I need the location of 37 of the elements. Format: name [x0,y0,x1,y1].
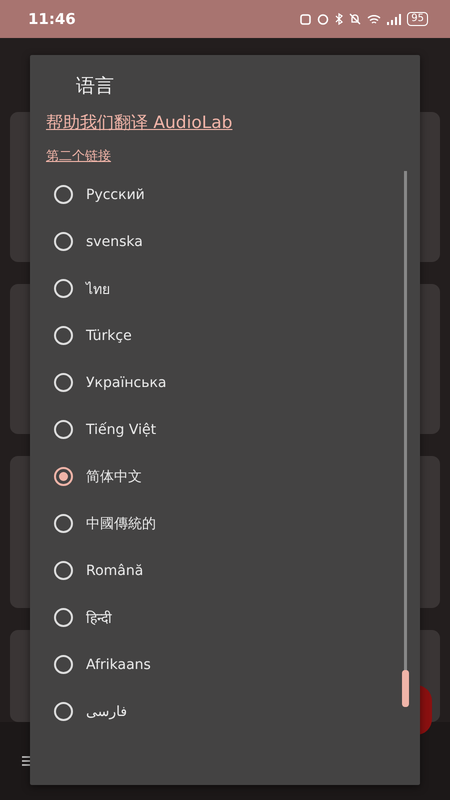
link[interactable]: 帮助我们翻译 AudioLab [46,111,232,134]
language-option[interactable]: فارسی [86,704,128,720]
link[interactable]: 第二个链接 [46,147,111,165]
radio-button[interactable] [54,561,73,580]
language-option[interactable]: Română [86,562,144,578]
language-option[interactable]: 简体中文 [86,468,142,486]
radio-button[interactable] [54,514,73,533]
radio-button[interactable] [54,608,73,627]
language-option[interactable]: Tiếng Việt [86,422,156,438]
battery-level: 95 [407,12,428,26]
radio-button[interactable] [54,467,73,486]
language-option[interactable]: Українська [86,374,166,390]
radio-button[interactable] [54,655,73,674]
alarm-icon [317,13,330,25]
language-option[interactable]: Русский [86,186,145,202]
nfc-icon [300,14,312,24]
radio-button[interactable] [54,279,73,298]
signal-icon [387,14,402,24]
radio-button[interactable] [54,185,73,204]
language-option[interactable]: Türkçe [86,328,132,344]
radio-button[interactable] [54,232,73,251]
language-option[interactable]: 中國傳統的 [86,514,156,532]
scroll-thumb[interactable] [402,670,409,707]
radio-button[interactable] [54,702,73,721]
language-option[interactable]: हिन्दी [86,608,112,627]
language-option[interactable]: svenska [86,234,143,250]
language-option[interactable]: Afrikaans [86,656,151,672]
menu-icon[interactable] [22,756,32,766]
radio-button[interactable] [54,373,73,392]
language-option[interactable]: ไทย [86,278,110,300]
radio-button[interactable] [54,326,73,345]
wifi-icon [367,14,382,24]
dialog-title: 语言 [76,74,115,99]
bluetooth-icon [335,13,344,25]
muted-bell-icon [349,13,362,25]
clock: 11:46 [28,10,76,28]
radio-button[interactable] [54,420,73,439]
